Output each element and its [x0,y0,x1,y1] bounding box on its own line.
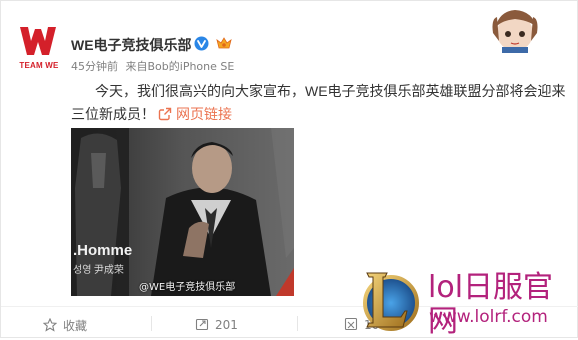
post-text-line2: 三位新成员！ [71,106,155,122]
post-image[interactable]: .Homme 성영 尹成荣 @WE电子竞技俱乐部 [71,128,294,296]
overlay-title: lol日服官网 [428,270,554,339]
logo-text: TEAM WE [19,61,59,70]
overlay-url: www.lolrf.com [429,307,548,327]
photo-watermark: @WE电子竞技俱乐部 [139,282,236,293]
action-divider [297,316,298,331]
favorite-label: 收藏 [63,319,88,333]
repost-button[interactable]: 201 [195,317,238,332]
weibo-card: TEAM WE WE电子竞技俱乐部 45分钟前 来自Bob的iPhone SE … [0,0,578,339]
favorite-button[interactable]: 收藏 [43,317,87,334]
league-of-legends-logo-icon [363,272,419,331]
post-source: 来自Bob的iPhone SE [125,60,235,73]
star-icon [43,318,57,332]
action-divider [151,316,152,331]
web-link-label: 网页链接 [176,106,232,122]
vip-crown-icon[interactable] [216,36,232,51]
photo-brand-text: .Homme [73,242,133,259]
link-icon [158,107,172,121]
post-text-line1: 今天，我们很高兴的向大家宣布，WE电子竞技俱乐部英雄联盟分部将会迎来 [95,83,566,99]
author-avatar[interactable]: TEAM WE [18,23,58,73]
post-text: 今天，我们很高兴的向大家宣布，WE电子竞技俱乐部英雄联盟分部将会迎来 三位新成员… [71,80,571,126]
web-link[interactable]: 网页链接 [158,103,232,126]
current-user-avatar[interactable] [485,7,545,53]
repost-icon [195,318,209,331]
post-meta: 45分钟前 来自Bob的iPhone SE [71,58,238,74]
repost-count: 201 [215,318,238,332]
post-time[interactable]: 45分钟前 [71,60,118,73]
comment-icon [344,317,358,331]
photo-name-text: 성영 尹成荣 [73,265,124,276]
team-we-logo-icon [20,27,56,55]
verified-icon[interactable] [194,36,209,51]
author-name[interactable]: WE电子竞技俱乐部 [71,35,192,55]
